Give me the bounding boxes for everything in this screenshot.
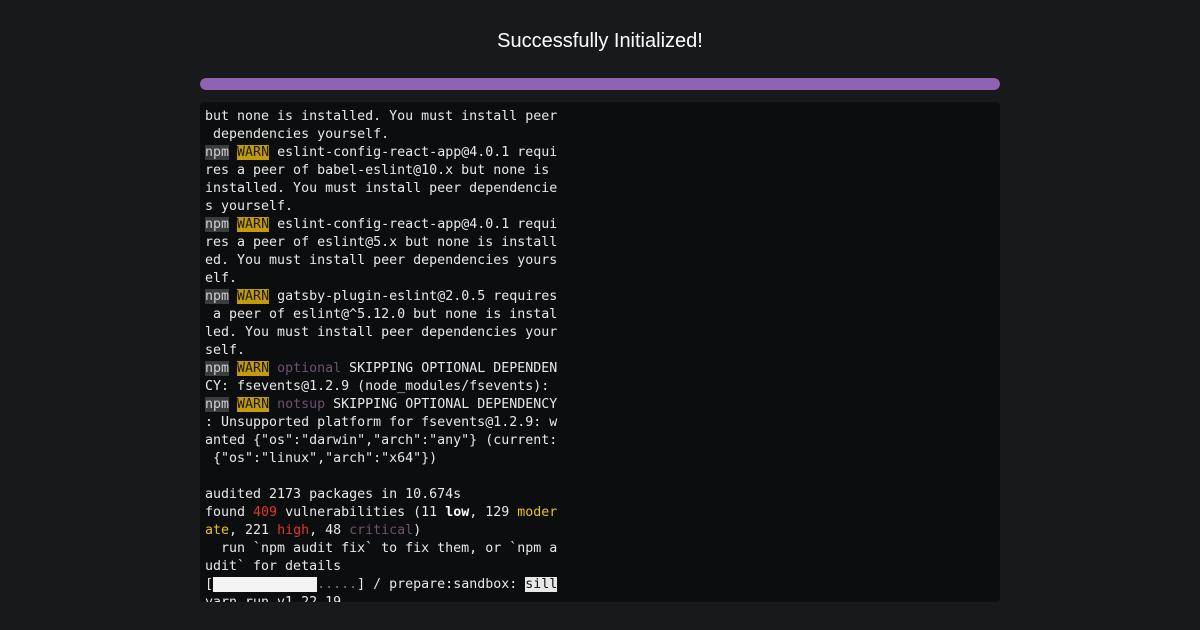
terminal-text [229,361,237,376]
progress-bar [200,78,1000,90]
terminal-text [229,145,237,160]
terminal-token-bold: low [445,505,469,520]
terminal-text: vulnerabilities (11 [277,505,445,520]
terminal-text: , 129 [469,505,517,520]
terminal-token-npm: npm [205,397,229,412]
terminal-text: SKIPPING OPTIONAL DEPENDEN [341,361,557,376]
terminal-line: anted {"os":"darwin","arch":"any"} (curr… [205,432,557,450]
terminal-line: audited 2173 packages in 10.674s [205,486,557,504]
terminal-text: ed. You must install peer dependencies y… [205,253,557,268]
terminal-token-gray: ..... [317,577,357,592]
terminal-text: installed. You must install peer depende… [205,181,557,196]
terminal-line: a peer of eslint@^5.12.0 but none is ins… [205,306,557,324]
terminal-text: CY: fsevents@1.2.9 (node_modules/fsevent… [205,379,549,394]
terminal-line: ate, 221 high, 48 critical) [205,522,557,540]
terminal-token-red: high [277,523,309,538]
terminal-token-hl: sill [525,577,557,592]
terminal-line: run `npm audit fix` to fix them, or `npm… [205,540,557,558]
terminal-text [229,397,237,412]
terminal-text: found [205,505,253,520]
terminal-text: audited 2173 packages in 10.674s [205,487,461,502]
terminal-line: CY: fsevents@1.2.9 (node_modules/fsevent… [205,378,557,396]
terminal-text [269,361,277,376]
terminal-text: , 221 [229,523,277,538]
terminal-lines: but none is installed. You must install … [205,108,557,602]
terminal-line: elf. [205,270,557,288]
terminal-token-magenta: optional [277,361,341,376]
terminal-text [269,397,277,412]
terminal-text: ) [413,523,421,538]
terminal-text: yarn run v1.22.19 [205,595,341,602]
terminal-line: res a peer of eslint@5.x but none is ins… [205,234,557,252]
terminal-token-magenta: critical [349,523,413,538]
terminal-token-red: 409 [253,505,277,520]
terminal-token-npm: npm [205,217,229,232]
terminal-line: {"os":"linux","arch":"x64"}) [205,450,557,468]
terminal-text: {"os":"linux","arch":"x64"}) [205,451,437,466]
terminal-line: res a peer of babel-eslint@10.x but none… [205,162,557,180]
terminal-line: npm WARN eslint-config-react-app@4.0.1 r… [205,216,557,234]
terminal-line: s yourself. [205,198,557,216]
terminal-token-npm: npm [205,145,229,160]
terminal-token-yellow: ate [205,523,229,538]
progress-fill [200,78,1000,90]
terminal-line: npm WARN gatsby-plugin-eslint@2.0.5 requ… [205,288,557,306]
terminal-token-magenta: notsup [277,397,325,412]
terminal-text: udit` for details [205,559,341,574]
terminal-line: dependencies yourself. [205,126,557,144]
terminal-line: npm WARN notsup SKIPPING OPTIONAL DEPEND… [205,396,557,414]
terminal-token-warn: WARN [237,361,269,376]
terminal-text: s yourself. [205,199,293,214]
terminal-text: anted {"os":"darwin","arch":"any"} (curr… [205,433,557,448]
terminal-token-warn: WARN [237,397,269,412]
terminal-token-warn: WARN [237,289,269,304]
terminal-text: res a peer of eslint@5.x but none is ins… [205,235,557,250]
page-title: Successfully Initialized! [0,30,1200,53]
terminal-token-npm: npm [205,361,229,376]
terminal-line: but none is installed. You must install … [205,108,557,126]
terminal-token-white-block: ############# [213,577,317,592]
terminal-line: : Unsupported platform for fsevents@1.2.… [205,414,557,432]
terminal-text: eslint-config-react-app@4.0.1 requi [269,145,557,160]
terminal-line: installed. You must install peer depende… [205,180,557,198]
terminal-text: but none is installed. You must install … [205,109,557,124]
terminal-text: , 48 [309,523,349,538]
terminal-text: : Unsupported platform for fsevents@1.2.… [205,415,557,430]
terminal-text: dependencies yourself. [205,127,389,142]
terminal-text [229,217,237,232]
terminal-line [205,468,557,486]
terminal-text: SKIPPING OPTIONAL DEPENDENCY [325,397,557,412]
terminal-line: [#############.....] / prepare:sandbox: … [205,576,557,594]
terminal-line: npm WARN optional SKIPPING OPTIONAL DEPE… [205,360,557,378]
terminal-line: npm WARN eslint-config-react-app@4.0.1 r… [205,144,557,162]
terminal-token-yellow: moder [517,505,557,520]
terminal-text: ] / prepare:sandbox: [357,577,525,592]
terminal-text: run `npm audit fix` to fix them, or `npm… [205,541,557,556]
terminal-text: elf. [205,271,237,286]
terminal-line: self. [205,342,557,360]
terminal-token-warn: WARN [237,217,269,232]
terminal-line: ed. You must install peer dependencies y… [205,252,557,270]
terminal-line: found 409 vulnerabilities (11 low, 129 m… [205,504,557,522]
terminal-text: eslint-config-react-app@4.0.1 requi [269,217,557,232]
terminal-line: yarn run v1.22.19 [205,594,557,602]
terminal-output: but none is installed. You must install … [200,102,1000,602]
terminal-line: led. You must install peer dependencies … [205,324,557,342]
terminal-text: [ [205,577,213,592]
terminal-text: self. [205,343,245,358]
terminal-text: led. You must install peer dependencies … [205,325,557,340]
terminal-line: udit` for details [205,558,557,576]
terminal-text: res a peer of babel-eslint@10.x but none… [205,163,549,178]
terminal-token-warn: WARN [237,145,269,160]
terminal-text: gatsby-plugin-eslint@2.0.5 requires [269,289,557,304]
terminal-text: a peer of eslint@^5.12.0 but none is ins… [205,307,557,322]
terminal-token-npm: npm [205,289,229,304]
terminal-text [229,289,237,304]
